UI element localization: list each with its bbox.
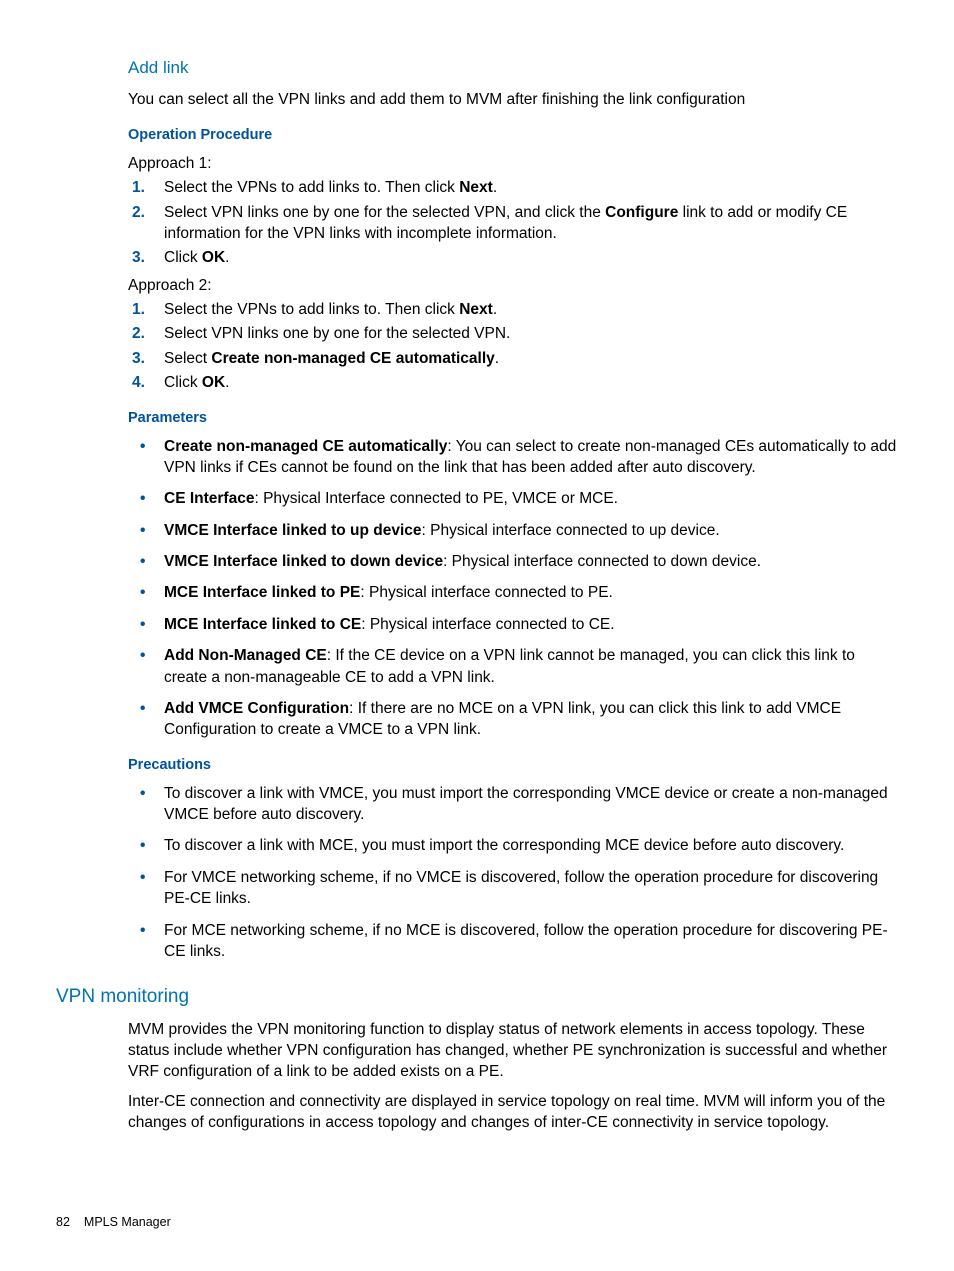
list-item: MCE Interface linked to CE: Physical int… [128,614,898,635]
step-bold: Next [459,179,493,196]
precaution-text: To discover a link with MCE, you must im… [164,837,844,854]
param-text: : Physical interface connected to down d… [443,553,761,570]
parameters-list: Create non-managed CE automatically: You… [128,436,898,741]
heading-add-link: Add link [128,56,898,79]
step-text: Select [164,350,211,367]
step-bold: Create non-managed CE automatically [211,350,494,367]
step-post: . [225,374,229,391]
param-term: Create non-managed CE automatically [164,438,447,455]
list-item: 3.Select Create non-managed CE automatic… [128,348,898,369]
precaution-text: To discover a link with VMCE, you must i… [164,785,888,823]
list-item: 1.Select the VPNs to add links to. Then … [128,177,898,198]
heading-operation-procedure: Operation Procedure [128,125,898,145]
list-item: For MCE networking scheme, if no MCE is … [128,920,898,963]
list-item: To discover a link with MCE, you must im… [128,835,898,856]
step-bold: Configure [605,204,678,221]
intro-paragraph: You can select all the VPN links and add… [128,89,898,110]
list-item: MCE Interface linked to PE: Physical int… [128,582,898,603]
step-text: Click [164,374,202,391]
param-term: VMCE Interface linked to down device [164,553,443,570]
param-text: : Physical interface connected to PE. [360,584,612,601]
param-text: : Physical interface connected to CE. [361,616,614,633]
step-bold: OK [202,374,225,391]
approach2-list: 1.Select the VPNs to add links to. Then … [128,299,898,394]
param-term: Add VMCE Configuration [164,700,349,717]
step-bold: OK [202,249,225,266]
list-item: Add VMCE Configuration: If there are no … [128,698,898,741]
approach1-list: 1.Select the VPNs to add links to. Then … [128,177,898,269]
page: Add link You can select all the VPN link… [0,0,954,1271]
param-term: VMCE Interface linked to up device [164,522,422,539]
list-item: CE Interface: Physical Interface connect… [128,488,898,509]
step-post: . [493,179,497,196]
step-text: Select VPN links one by one for the sele… [164,204,605,221]
step-post: . [495,350,499,367]
param-term: MCE Interface linked to CE [164,616,361,633]
page-footer: 82 MPLS Manager [56,1214,171,1231]
precaution-text: For VMCE networking scheme, if no VMCE i… [164,869,878,907]
list-item: VMCE Interface linked to up device: Phys… [128,520,898,541]
precaution-text: For MCE networking scheme, if no MCE is … [164,922,888,960]
vpn-monitoring-p1: MVM provides the VPN monitoring function… [128,1019,898,1083]
precautions-list: To discover a link with VMCE, you must i… [128,783,898,963]
list-item: To discover a link with VMCE, you must i… [128,783,898,826]
heading-precautions: Precautions [128,755,898,775]
step-text: Select VPN links one by one for the sele… [164,325,510,342]
heading-vpn-monitoring: VPN monitoring [56,984,898,1010]
list-item: Add Non-Managed CE: If the CE device on … [128,645,898,688]
param-term: CE Interface [164,490,254,507]
list-item: 3.Click OK. [128,247,898,268]
list-item: VMCE Interface linked to down device: Ph… [128,551,898,572]
param-text: : Physical interface connected to up dev… [422,522,720,539]
param-term: Add Non-Managed CE [164,647,327,664]
param-term: MCE Interface linked to PE [164,584,360,601]
step-post: . [493,301,497,318]
list-item: 4.Click OK. [128,372,898,393]
page-number: 82 [56,1215,70,1229]
step-text: Click [164,249,202,266]
step-bold: Next [459,301,493,318]
heading-parameters: Parameters [128,408,898,428]
step-post: . [225,249,229,266]
list-item: 2.Select VPN links one by one for the se… [128,202,898,245]
list-item: 1.Select the VPNs to add links to. Then … [128,299,898,320]
step-text: Select the VPNs to add links to. Then cl… [164,179,459,196]
approach2-label: Approach 2: [128,275,898,296]
list-item: For VMCE networking scheme, if no VMCE i… [128,867,898,910]
vpn-monitoring-p2: Inter-CE connection and connectivity are… [128,1091,898,1134]
list-item: 2.Select VPN links one by one for the se… [128,323,898,344]
approach1-label: Approach 1: [128,153,898,174]
param-text: : Physical Interface connected to PE, VM… [254,490,618,507]
list-item: Create non-managed CE automatically: You… [128,436,898,479]
chapter-title: MPLS Manager [84,1215,171,1229]
body-content: Add link You can select all the VPN link… [128,56,898,1133]
step-text: Select the VPNs to add links to. Then cl… [164,301,459,318]
